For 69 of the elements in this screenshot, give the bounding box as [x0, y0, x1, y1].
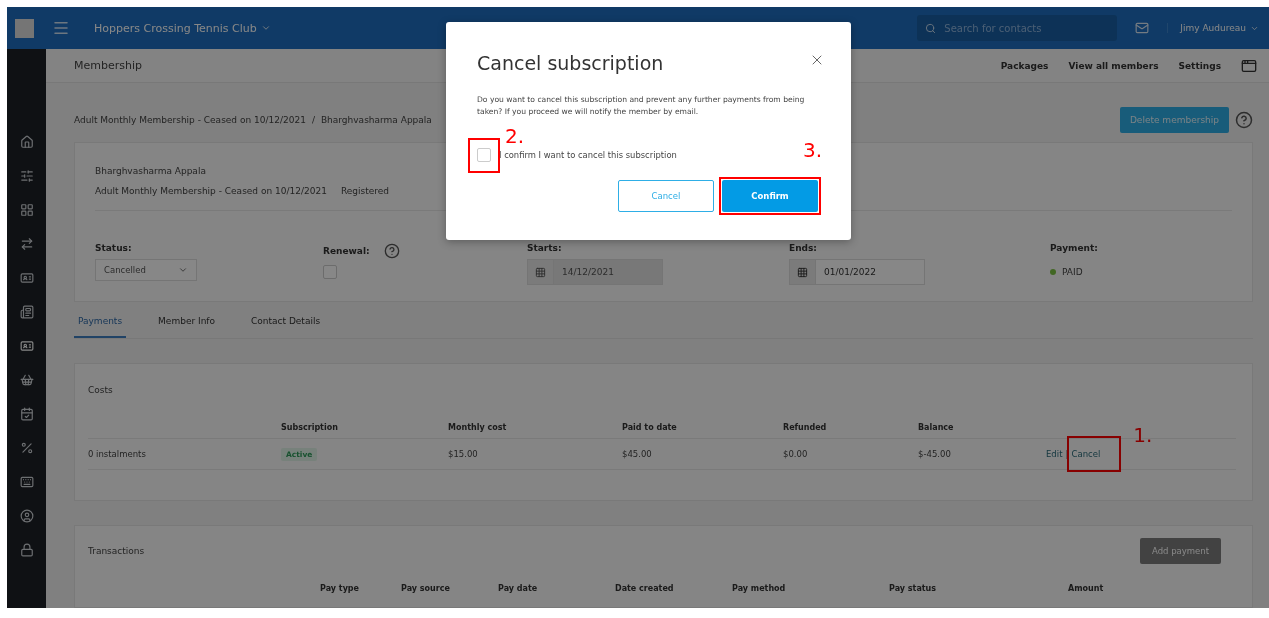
- table-cell: $15.00: [448, 438, 622, 470]
- status-select[interactable]: Cancelled: [95, 259, 197, 281]
- nav-link[interactable]: Settings: [1178, 60, 1221, 71]
- logo[interactable]: [15, 18, 34, 38]
- tab[interactable]: Member Info: [154, 316, 219, 338]
- nav-link[interactable]: Packages: [1000, 60, 1049, 71]
- calendar-icon: [797, 266, 808, 278]
- status-dot: [1050, 269, 1056, 275]
- club-selector[interactable]: Hoppers Crossing Tennis Club: [94, 21, 271, 35]
- user-menu[interactable]: Jimy Audureau: [1167, 23, 1259, 33]
- confirm-button[interactable]: Confirm: [722, 180, 818, 213]
- table-cell: $45.00: [622, 438, 783, 470]
- tab[interactable]: Payments: [74, 316, 127, 338]
- column-header: Refunded: [783, 422, 828, 434]
- delete-membership-button[interactable]: Delete membership: [1119, 107, 1229, 133]
- column-header: Paid to date: [622, 422, 678, 434]
- field-label: Payment:: [1050, 243, 1098, 253]
- cancel-link[interactable]: Cancel: [1071, 449, 1101, 459]
- chevron-down-icon: [260, 23, 271, 33]
- table-cell: 0 instalments: [88, 438, 281, 470]
- column-header: Pay type: [320, 583, 360, 595]
- column-header: Date created: [615, 583, 675, 595]
- field-label: Ends:: [789, 243, 817, 253]
- help-icon[interactable]: [1235, 111, 1253, 129]
- tab[interactable]: Contact Details: [247, 316, 325, 338]
- menu-icon[interactable]: [52, 19, 70, 37]
- dialog-title: Cancel subscription: [477, 52, 664, 74]
- date-field[interactable]: 01/01/2022: [789, 259, 925, 285]
- column-header: Amount: [1068, 583, 1105, 595]
- confirm-checkbox[interactable]: [477, 148, 491, 163]
- field-label: Renewal:: [323, 246, 370, 256]
- help-icon[interactable]: [383, 243, 400, 259]
- payment-status: PAID: [1062, 267, 1083, 277]
- column-header: Balance: [918, 422, 955, 434]
- highlight-box: [1066, 436, 1122, 472]
- registration-status: Registered: [340, 186, 389, 196]
- calendar-icon: [535, 266, 546, 278]
- mail-icon[interactable]: [1135, 21, 1150, 35]
- column-header: Pay date: [498, 583, 539, 595]
- membership-name: Adult Monthly Membership - Ceased on 10/12/2021: [95, 186, 327, 196]
- column-header: Pay status: [889, 583, 938, 595]
- column-header: Pay source: [401, 583, 451, 595]
- breadcrumb-separator: /: [311, 115, 315, 125]
- section-title: Transactions: [88, 546, 146, 556]
- column-header: Monthly cost: [448, 422, 508, 434]
- checkbox-label: I confirm I want to cancel this subscription: [499, 150, 677, 161]
- highlight-box: [468, 138, 500, 174]
- window-icon[interactable]: [1241, 57, 1257, 74]
- chevron-down-icon: [178, 265, 188, 275]
- breadcrumb-current: Bharghvasharma Appala: [320, 115, 432, 125]
- edit-link[interactable]: Edit: [1046, 449, 1063, 459]
- nav-link[interactable]: View all members: [1068, 60, 1159, 71]
- cancel-button[interactable]: Cancel: [618, 180, 714, 213]
- section-title: Costs: [88, 385, 113, 395]
- renewal-checkbox[interactable]: [323, 265, 337, 279]
- breadcrumb-link[interactable]: Adult Monthly Membership - Ceased on 10/12/2021: [74, 115, 306, 125]
- search-field[interactable]: Search for contacts: [917, 15, 1118, 41]
- table-cell: $0.00: [783, 438, 918, 470]
- field-label: Starts:: [527, 243, 562, 253]
- column-header: Subscription: [281, 422, 339, 434]
- step-number: 1.: [1133, 425, 1153, 445]
- column-header: Pay method: [732, 583, 787, 595]
- field-label: Status:: [95, 243, 132, 253]
- step-number: 2.: [505, 126, 525, 147]
- search-icon: [925, 23, 937, 34]
- page-title: Membership: [74, 59, 142, 72]
- step-number: 3.: [802, 140, 822, 161]
- member-name: Bharghvasharma Appala: [95, 166, 206, 176]
- table-cell: $-45.00: [918, 438, 1046, 470]
